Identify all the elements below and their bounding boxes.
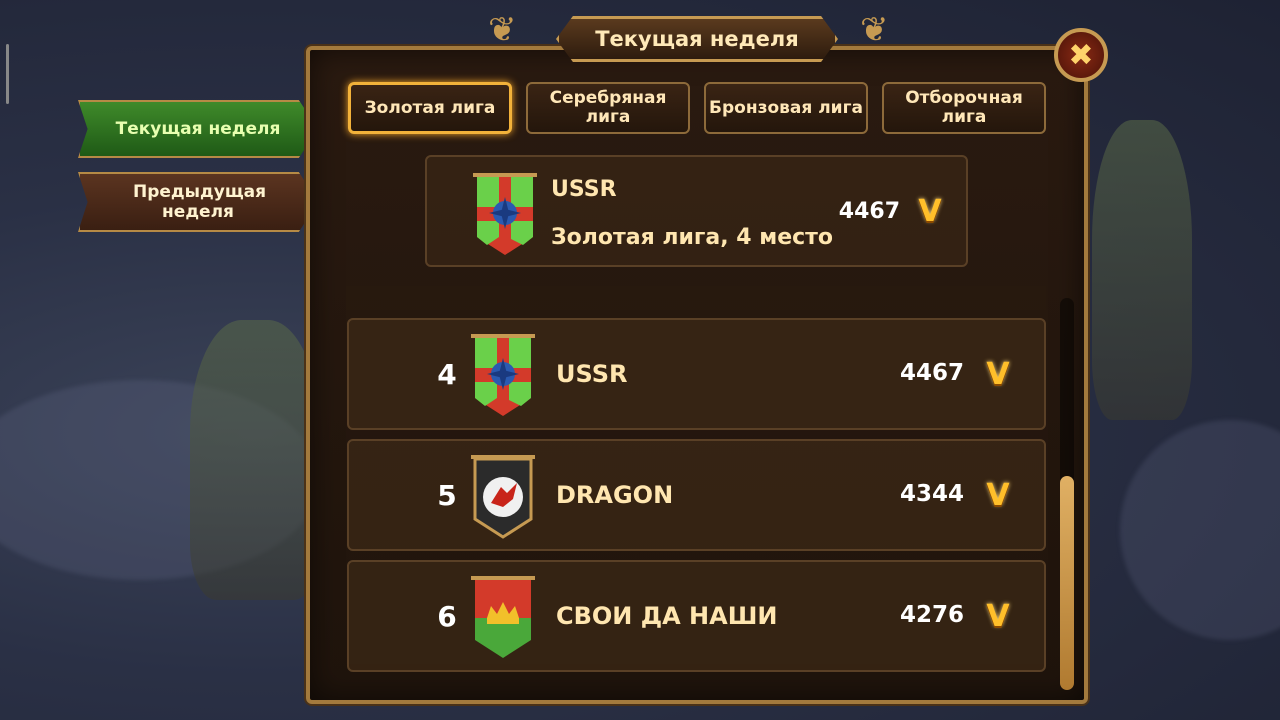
screen-edge-indicator [6,44,9,104]
leaderboard-row[interactable]: 4 USSR 4467 V [347,318,1046,430]
tab-silver-league-label: Серебряная лига [549,88,667,127]
row-score: 4467 [899,360,964,386]
tab-qualifying-league[interactable]: Отборочная лига [882,82,1046,134]
tab-silver-league[interactable]: Серебряная лига [526,82,690,134]
row-score: 4344 [899,481,964,507]
red-green-crown-banner-icon [471,576,535,658]
tab-current-week[interactable]: Текущая неделя [78,100,318,158]
my-guild-card: USSR Золотая лига, 4 место 4467 V [425,155,968,267]
v-wings-icon: V [918,193,942,229]
row-rank: 6 [437,600,457,633]
guild-banner-icon [473,173,537,255]
row-score: 4276 [899,602,964,628]
my-guild-score: 4467 [838,199,900,224]
tab-gold-league-label: Золотая лига [364,97,496,118]
row-guild-name: СВОИ ДА НАШИ [556,602,778,630]
v-wings-icon: V [986,356,1010,392]
close-icon: ✖ [1068,37,1094,73]
my-guild-name: USSR [551,177,617,202]
panel-title: Текущая неделя [556,16,838,62]
close-button[interactable]: ✖ [1054,28,1108,82]
tab-previous-week-label: Предыдущая неделя [133,182,267,222]
row-guild-name: USSR [556,360,628,388]
tab-bronze-league-label: Бронзовая лига [709,97,863,118]
my-guild-subtitle: Золотая лига, 4 место [551,225,834,250]
black-dragon-banner-icon [471,455,535,539]
tab-current-week-label: Текущая неделя [115,119,281,139]
background-island [1092,120,1192,420]
left-wing-ornament-icon: ❦ [488,10,517,50]
right-wing-ornament-icon: ❦ [860,10,889,50]
list-divider [346,286,1046,310]
green-red-star-banner-icon [471,334,535,416]
row-rank: 4 [437,358,457,391]
tab-gold-league[interactable]: Золотая лига [348,82,512,134]
background-cloud [1120,420,1280,640]
tab-bronze-league[interactable]: Бронзовая лига [704,82,868,134]
row-rank: 5 [437,479,457,512]
tab-qualifying-league-label: Отборочная лига [905,88,1023,127]
tab-previous-week[interactable]: Предыдущая неделя [78,172,318,232]
scrollbar-thumb[interactable] [1060,476,1074,690]
panel-title-text: Текущая неделя [595,27,799,51]
v-wings-icon: V [986,477,1010,513]
row-guild-name: DRAGON [556,481,674,509]
background-island [190,320,320,600]
v-wings-icon: V [986,598,1010,634]
leaderboard-row[interactable]: 6 СВОИ ДА НАШИ 4276 V [347,560,1046,672]
leaderboard-row[interactable]: 5 DRAGON 4344 V [347,439,1046,551]
